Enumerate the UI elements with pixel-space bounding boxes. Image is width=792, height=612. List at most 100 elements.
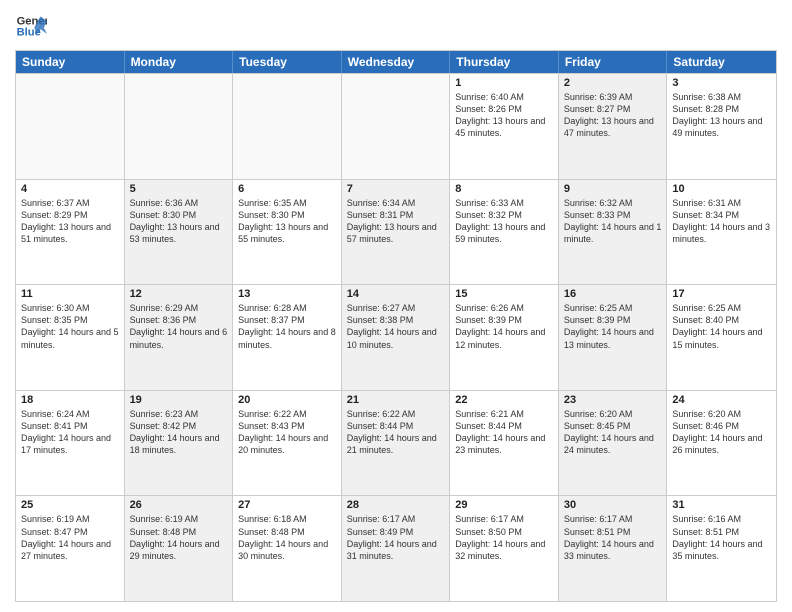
day-cell-27: 27Sunrise: 6:18 AM Sunset: 8:48 PM Dayli… [233,496,342,601]
day-number: 18 [21,394,119,406]
day-number: 5 [130,183,228,195]
weekday-header-friday: Friday [559,51,668,73]
day-cell-18: 18 Sunrise: 6:24 AM Sunset: 8:41 PM Dayli… [16,391,125,496]
day-number: 7 [347,183,445,195]
day-info: Sunrise: 6:37 AM Sunset: 8:29 PM Dayligh… [21,197,119,246]
header: General Blue [15,10,777,42]
day-info: Sunrise: 6:20 AM Sunset: 8:45 PM Dayligh… [564,408,662,457]
day-number: 2 [564,77,662,89]
day-info: Sunrise: 6:22 AM Sunset: 8:44 PM Dayligh… [347,408,445,457]
calendar-row-3: 18 Sunrise: 6:24 AM Sunset: 8:41 PM Dayli… [16,390,776,496]
day-info: Sunrise: 6:31 AM Sunset: 8:34 PM Dayligh… [672,197,771,246]
day-number: 8 [455,183,553,195]
day-info: Sunrise: 6:34 AM Sunset: 8:31 PM Dayligh… [347,197,445,246]
day-number: 23 [564,394,662,406]
day-number: 12 [130,288,228,300]
day-number: 1 [455,77,553,89]
day-number: 25 [21,499,119,511]
day-cell-10: 10 Sunrise: 6:31 AM Sunset: 8:34 PM Dayli… [667,180,776,285]
day-cell-30: 30 Sunrise: 6:17 AM Sunset: 8:51 PM Dayli… [559,496,668,601]
day-info: Sunrise: 6:25 AM Sunset: 8:39 PM Dayligh… [564,302,662,351]
day-cell-20: 20Sunrise: 6:22 AM Sunset: 8:43 PM Dayli… [233,391,342,496]
day-info: Sunrise: 6:28 AM Sunset: 8:37 PM Dayligh… [238,302,336,351]
day-number: 30 [564,499,662,511]
empty-cell-0-3 [342,74,451,179]
day-number: 31 [672,499,771,511]
day-info: Sunrise: 6:17 AM Sunset: 8:50 PM Dayligh… [455,513,553,562]
day-number: 28 [347,499,445,511]
day-cell-12: 12 Sunrise: 6:29 AM Sunset: 8:36 PM Dayli… [125,285,234,390]
empty-cell-0-2 [233,74,342,179]
page: General Blue SundayMondayTuesdayWednesda… [0,0,792,612]
day-info: Sunrise: 6:36 AM Sunset: 8:30 PM Dayligh… [130,197,228,246]
day-number: 16 [564,288,662,300]
day-cell-13: 13 Sunrise: 6:28 AM Sunset: 8:37 PM Dayli… [233,285,342,390]
day-info: Sunrise: 6:35 AM Sunset: 8:30 PM Dayligh… [238,197,336,246]
day-cell-19: 19 Sunrise: 6:23 AM Sunset: 8:42 PM Dayli… [125,391,234,496]
weekday-header-wednesday: Wednesday [342,51,451,73]
weekday-header-tuesday: Tuesday [233,51,342,73]
day-info: Sunrise: 6:33 AM Sunset: 8:32 PM Dayligh… [455,197,553,246]
calendar-row-4: 25 Sunrise: 6:19 AM Sunset: 8:47 PM Dayli… [16,495,776,601]
day-cell-22: 22 Sunrise: 6:21 AM Sunset: 8:44 PM Dayli… [450,391,559,496]
day-cell-15: 15 Sunrise: 6:26 AM Sunset: 8:39 PM Dayli… [450,285,559,390]
day-cell-29: 29Sunrise: 6:17 AM Sunset: 8:50 PM Dayli… [450,496,559,601]
day-info: Sunrise: 6:19 AM Sunset: 8:47 PM Dayligh… [21,513,119,562]
day-info: Sunrise: 6:39 AM Sunset: 8:27 PM Dayligh… [564,91,662,140]
day-cell-3: 3Sunrise: 6:38 AM Sunset: 8:28 PM Daylig… [667,74,776,179]
weekday-header-monday: Monday [125,51,234,73]
day-info: Sunrise: 6:29 AM Sunset: 8:36 PM Dayligh… [130,302,228,351]
day-info: Sunrise: 6:16 AM Sunset: 8:51 PM Dayligh… [672,513,771,562]
day-number: 3 [672,77,771,89]
day-cell-1: 1 Sunrise: 6:40 AM Sunset: 8:26 PM Daylig… [450,74,559,179]
calendar-row-2: 11 Sunrise: 6:30 AM Sunset: 8:35 PM Dayli… [16,284,776,390]
day-info: Sunrise: 6:24 AM Sunset: 8:41 PM Dayligh… [21,408,119,457]
day-number: 9 [564,183,662,195]
day-number: 20 [238,394,336,406]
day-cell-17: 17 Sunrise: 6:25 AM Sunset: 8:40 PM Dayli… [667,285,776,390]
day-info: Sunrise: 6:20 AM Sunset: 8:46 PM Dayligh… [672,408,771,457]
day-cell-28: 28 Sunrise: 6:17 AM Sunset: 8:49 PM Dayli… [342,496,451,601]
day-cell-4: 4 Sunrise: 6:37 AM Sunset: 8:29 PM Daylig… [16,180,125,285]
day-number: 11 [21,288,119,300]
day-info: Sunrise: 6:25 AM Sunset: 8:40 PM Dayligh… [672,302,771,351]
day-number: 10 [672,183,771,195]
logo-icon: General Blue [15,10,47,42]
day-info: Sunrise: 6:32 AM Sunset: 8:33 PM Dayligh… [564,197,662,246]
logo: General Blue [15,10,53,42]
day-info: Sunrise: 6:26 AM Sunset: 8:39 PM Dayligh… [455,302,553,351]
day-cell-24: 24 Sunrise: 6:20 AM Sunset: 8:46 PM Dayli… [667,391,776,496]
day-number: 13 [238,288,336,300]
day-cell-6: 6Sunrise: 6:35 AM Sunset: 8:30 PM Daylig… [233,180,342,285]
day-number: 22 [455,394,553,406]
day-info: Sunrise: 6:27 AM Sunset: 8:38 PM Dayligh… [347,302,445,351]
day-cell-5: 5 Sunrise: 6:36 AM Sunset: 8:30 PM Daylig… [125,180,234,285]
day-number: 14 [347,288,445,300]
day-number: 15 [455,288,553,300]
day-cell-7: 7 Sunrise: 6:34 AM Sunset: 8:31 PM Daylig… [342,180,451,285]
day-info: Sunrise: 6:40 AM Sunset: 8:26 PM Dayligh… [455,91,553,140]
day-info: Sunrise: 6:21 AM Sunset: 8:44 PM Dayligh… [455,408,553,457]
day-number: 24 [672,394,771,406]
calendar-row-1: 4 Sunrise: 6:37 AM Sunset: 8:29 PM Daylig… [16,179,776,285]
day-number: 4 [21,183,119,195]
day-info: Sunrise: 6:17 AM Sunset: 8:51 PM Dayligh… [564,513,662,562]
day-cell-25: 25 Sunrise: 6:19 AM Sunset: 8:47 PM Dayli… [16,496,125,601]
day-number: 19 [130,394,228,406]
day-number: 27 [238,499,336,511]
day-cell-31: 31 Sunrise: 6:16 AM Sunset: 8:51 PM Dayli… [667,496,776,601]
day-cell-21: 21 Sunrise: 6:22 AM Sunset: 8:44 PM Dayli… [342,391,451,496]
empty-cell-0-0 [16,74,125,179]
day-info: Sunrise: 6:30 AM Sunset: 8:35 PM Dayligh… [21,302,119,351]
day-number: 21 [347,394,445,406]
calendar-row-0: 1 Sunrise: 6:40 AM Sunset: 8:26 PM Daylig… [16,73,776,179]
day-cell-9: 9 Sunrise: 6:32 AM Sunset: 8:33 PM Daylig… [559,180,668,285]
day-info: Sunrise: 6:17 AM Sunset: 8:49 PM Dayligh… [347,513,445,562]
day-number: 26 [130,499,228,511]
weekday-header-saturday: Saturday [667,51,776,73]
day-cell-8: 8 Sunrise: 6:33 AM Sunset: 8:32 PM Daylig… [450,180,559,285]
day-cell-2: 2 Sunrise: 6:39 AM Sunset: 8:27 PM Daylig… [559,74,668,179]
day-number: 17 [672,288,771,300]
day-info: Sunrise: 6:19 AM Sunset: 8:48 PM Dayligh… [130,513,228,562]
day-info: Sunrise: 6:23 AM Sunset: 8:42 PM Dayligh… [130,408,228,457]
